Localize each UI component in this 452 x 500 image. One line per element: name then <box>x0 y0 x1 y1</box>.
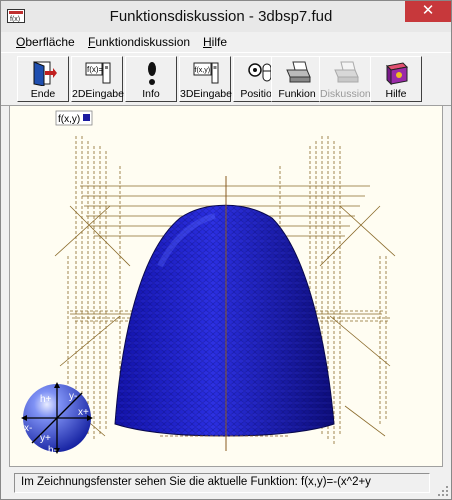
menu-funktiondiskussion[interactable]: Funktiondiskussion <box>88 35 190 49</box>
diskussion-drucken-label: Diskussion <box>320 88 371 100</box>
ende-button[interactable]: Ende <box>17 56 69 102</box>
diskussion-drucken-button[interactable]: Diskussion <box>319 56 371 102</box>
nav-h-plus[interactable]: h+ <box>40 394 52 405</box>
svg-text:f(x)=: f(x)= <box>87 65 104 74</box>
nav-y-minus[interactable]: y- <box>69 391 77 402</box>
position-mouse-icon <box>248 63 272 82</box>
nav-x-plus[interactable]: x+ <box>78 407 89 418</box>
close-button[interactable]: ✕ <box>405 1 451 22</box>
app-icon[interactable]: f(x) <box>7 9 25 23</box>
printer-disabled-icon <box>334 61 359 83</box>
window-title: Funktionsdiskussion - 3dbsp7.fud <box>109 8 333 25</box>
hilfe-button[interactable]: Hilfe <box>370 56 422 102</box>
nav-h-minus[interactable]: h- <box>48 445 57 456</box>
eingabe-3d-label: 3DEingabe <box>180 88 232 100</box>
nav-x-minus[interactable]: x- <box>24 423 32 434</box>
funktion-drucken-label: Funkion <box>278 88 316 100</box>
plot-svg[interactable]: f(x,y) h+ h- x+ x- y+ y- <box>10 106 442 466</box>
legend-label: f(x,y) <box>58 114 80 125</box>
surface-mesh <box>115 205 334 436</box>
menu-oberflaeche[interactable]: Oberfläche <box>16 35 75 49</box>
info-button[interactable]: Info <box>125 56 177 102</box>
status-text: Im Zeichnungsfenster sehen Sie die aktue… <box>14 473 430 493</box>
exit-door-icon <box>33 61 57 86</box>
ende-label: Ende <box>30 88 56 100</box>
svg-text:f(x): f(x) <box>10 16 20 23</box>
fxy-input-icon: f(x,y) <box>193 62 219 84</box>
app-window: f(x) Funktionsdiskussion - 3dbsp7.fud ✕ … <box>0 0 452 500</box>
hilfe-label: Hilfe <box>385 88 407 100</box>
svg-text:f(x,y): f(x,y) <box>195 67 211 74</box>
printer-icon <box>286 61 311 83</box>
legend-swatch <box>83 114 90 121</box>
info-exclamation-icon <box>148 62 156 85</box>
info-label: Info <box>142 88 160 100</box>
help-book-icon <box>385 62 409 86</box>
nav-y-plus[interactable]: y+ <box>40 433 51 444</box>
menu-bar: Oberfläche Funktiondiskussion Hilfe <box>1 32 451 52</box>
fx-input-icon: f(x)= <box>85 62 111 84</box>
eingabe-2d-button[interactable]: f(x)= 2DEingabe <box>71 56 124 102</box>
drawing-canvas[interactable]: f(x,y) h+ h- x+ x- y+ y- <box>9 105 443 467</box>
menu-hilfe[interactable]: Hilfe <box>203 35 227 49</box>
eingabe-3d-button[interactable]: f(x,y) 3DEingabe <box>179 56 232 102</box>
status-bar: Im Zeichnungsfenster sehen Sie die aktue… <box>1 469 451 499</box>
title-bar[interactable]: f(x) Funktionsdiskussion - 3dbsp7.fud ✕ <box>1 1 451 33</box>
resize-grip-icon[interactable] <box>437 485 449 497</box>
toolbar: Ende f(x)= 2DEingabe Info f(x,y) 3DEinga… <box>1 52 451 106</box>
eingabe-2d-label: 2DEingabe <box>72 88 124 100</box>
funktion-drucken-button[interactable]: Funkion <box>271 56 323 102</box>
